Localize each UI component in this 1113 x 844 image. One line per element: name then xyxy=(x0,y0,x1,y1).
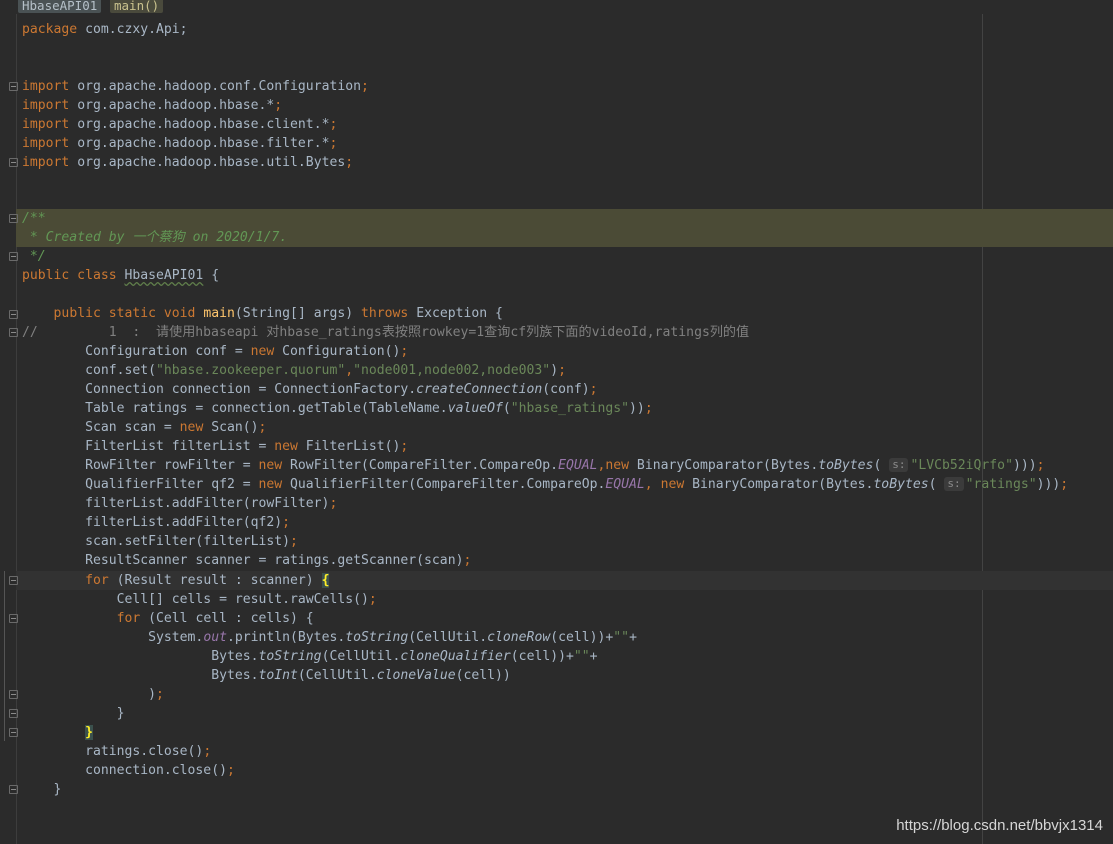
brace: { xyxy=(203,268,220,283)
code-line: connection.close(); xyxy=(22,763,235,778)
breadcrumb-class[interactable]: HbaseAPI01 xyxy=(18,0,102,13)
code-line-main: public static void main(String[] args) t… xyxy=(22,304,503,323)
code-line: ResultScanner scanner = ratings.getScann… xyxy=(22,553,472,568)
code-line-import: import org.apache.hadoop.hbase.*; xyxy=(22,98,283,113)
import-path: org.apache.hadoop.hbase.client.* xyxy=(69,117,330,132)
keyword: import xyxy=(22,117,70,132)
parameter-hint: s: xyxy=(944,477,964,491)
code-line: QualifierFilter qf2 = new QualifierFilte… xyxy=(22,477,1069,492)
code-line: conf.set("hbase.zookeeper.quorum","node0… xyxy=(22,363,566,378)
fold-toggle-icon[interactable] xyxy=(9,785,18,794)
string-literal: "hbase_ratings" xyxy=(510,401,630,416)
brace-match: } xyxy=(85,725,93,740)
fold-toggle-icon[interactable] xyxy=(9,310,18,319)
fold-toggle-icon[interactable] xyxy=(9,614,18,623)
change-marker xyxy=(4,571,5,741)
fold-toggle-icon[interactable] xyxy=(9,709,18,718)
parameter-hint: s: xyxy=(889,458,909,472)
code-line: scan.setFilter(filterList); xyxy=(22,534,298,549)
keyword: package xyxy=(22,22,78,37)
doc-comment-close: */ xyxy=(22,249,46,264)
string-literal: "node001,node002,node003" xyxy=(353,363,551,378)
right-margin-guide xyxy=(982,14,983,844)
code-line-for: for (Result result : scanner) { xyxy=(85,573,330,588)
doc-comment-open: /** xyxy=(22,211,46,226)
gutter-divider xyxy=(16,14,17,844)
code-line: Table ratings = connection.getTable(Tabl… xyxy=(22,401,653,416)
code-line: Connection connection = ConnectionFactor… xyxy=(22,382,598,397)
import-path: org.apache.hadoop.hbase.filter.* xyxy=(69,136,330,151)
import-path: org.apache.hadoop.hbase.util.Bytes xyxy=(69,155,346,170)
keyword: import xyxy=(22,79,70,94)
class-name: HbaseAPI01 xyxy=(124,268,204,283)
code-line: Configuration conf = new Configuration()… xyxy=(22,344,409,359)
fold-toggle-icon[interactable] xyxy=(9,728,18,737)
code-line: } xyxy=(22,723,93,742)
method-name: main xyxy=(203,306,235,321)
string-literal: "" xyxy=(573,649,590,664)
code-line-class: public class HbaseAPI01 { xyxy=(22,266,219,285)
doc-comment-body: * Created by 一个蔡狗 on 2020/1/7. xyxy=(22,230,288,245)
watermark: https://blog.csdn.net/bbvjx1314 xyxy=(896,817,1103,834)
params: (String[] args) xyxy=(234,306,362,321)
fold-toggle-icon[interactable] xyxy=(9,214,18,223)
keyword: import xyxy=(22,98,70,113)
fold-toggle-icon[interactable] xyxy=(9,252,18,261)
code-line-comment: // 1 : 请使用hbaseapi 对hbase_ratings表按照rowk… xyxy=(22,325,750,340)
keyword: throws xyxy=(361,306,409,321)
keyword: public class xyxy=(22,268,125,283)
code-line: for (Cell cell : cells) { xyxy=(116,611,314,626)
code-line-import: import org.apache.hadoop.hbase.util.Byte… xyxy=(22,155,354,170)
keyword: public static void xyxy=(53,306,204,321)
brace-match: { xyxy=(321,573,330,588)
string-literal: "ratings" xyxy=(965,477,1037,492)
fold-toggle-icon[interactable] xyxy=(9,690,18,699)
code-line-import: import org.apache.hadoop.conf.Configurat… xyxy=(22,79,369,94)
code-line: ); xyxy=(22,687,164,702)
package-name: com.czxy.Api; xyxy=(77,22,188,37)
code-line-package: package com.czxy.Api; xyxy=(22,20,188,39)
string-literal: "LVCb52iQrfo" xyxy=(910,458,1013,473)
throws-type: Exception { xyxy=(408,306,503,321)
code-line-import: import org.apache.hadoop.hbase.client.*; xyxy=(22,117,338,132)
keyword: import xyxy=(22,155,70,170)
import-path: org.apache.hadoop.hbase.* xyxy=(69,98,275,113)
code-line-import: import org.apache.hadoop.hbase.filter.*; xyxy=(22,136,338,151)
import-path: org.apache.hadoop.conf.Configuration xyxy=(69,79,361,94)
fold-toggle-icon[interactable] xyxy=(9,576,18,585)
code-line: ratings.close(); xyxy=(22,744,212,759)
code-line: Scan scan = new Scan(); xyxy=(22,420,267,435)
string-literal: "hbase.zookeeper.quorum" xyxy=(156,363,346,378)
code-line: Bytes.toInt(CellUtil.cloneValue(cell)) xyxy=(22,668,511,683)
breadcrumb: HbaseAPI01 main() xyxy=(0,0,1113,14)
code-line: RowFilter rowFilter = new RowFilter(Comp… xyxy=(22,458,1045,473)
code-line: filterList.addFilter(rowFilter); xyxy=(22,496,338,511)
string-literal: "" xyxy=(613,630,630,645)
code-line: System.out.println(Bytes.toString(CellUt… xyxy=(22,630,637,645)
code-line: filterList.addFilter(qf2); xyxy=(22,515,291,530)
breadcrumb-method[interactable]: main() xyxy=(110,0,164,13)
code-line: Cell[] cells = result.rawCells(); xyxy=(22,592,377,607)
code-line: FilterList filterList = new FilterList()… xyxy=(22,439,409,454)
fold-toggle-icon[interactable] xyxy=(9,158,18,167)
code-line: } xyxy=(22,706,125,721)
keyword: import xyxy=(22,136,70,151)
fold-toggle-icon[interactable] xyxy=(9,328,18,337)
code-line: } xyxy=(22,782,62,797)
fold-toggle-icon[interactable] xyxy=(9,82,18,91)
code-line: Bytes.toString(CellUtil.cloneQualifier(c… xyxy=(22,649,598,664)
